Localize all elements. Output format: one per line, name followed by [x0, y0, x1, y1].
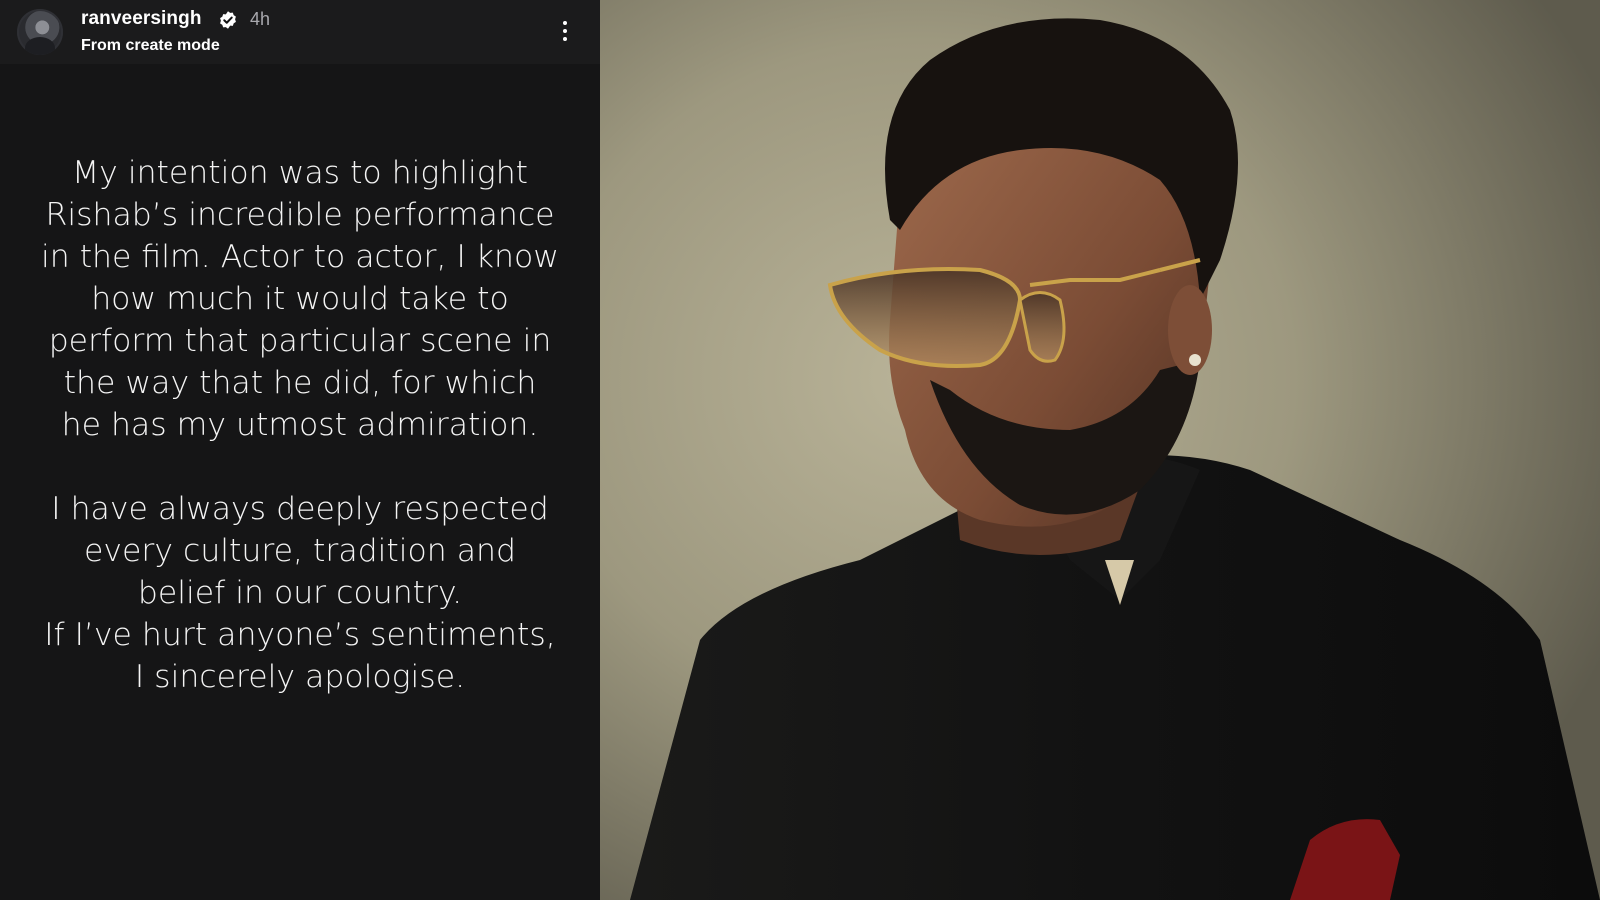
story-paragraph: I have always deeply respected every cul…: [51, 491, 549, 611]
verified-badge-icon: [220, 11, 236, 29]
more-vertical-icon: [563, 21, 567, 25]
story-paragraph: My intention was to highlight Rishab’s i…: [40, 155, 560, 443]
portrait-illustration: [600, 0, 1600, 900]
portrait-photo: [600, 0, 1600, 900]
more-options-button[interactable]: [553, 16, 577, 46]
story-header: ranveersingh 4h From create mode: [0, 0, 600, 64]
profile-avatar[interactable]: [17, 9, 63, 55]
username-link[interactable]: ranveersingh: [81, 8, 202, 30]
story-paragraph: If I’ve hurt anyone’s sentiments, I sinc…: [44, 617, 556, 695]
post-timestamp: 4h: [250, 9, 271, 29]
story-panel: ranveersingh 4h From create mode My inte…: [0, 0, 600, 900]
story-text: My intention was to highlight Rishab’s i…: [40, 152, 560, 698]
story-subtitle: From create mode: [81, 37, 220, 54]
